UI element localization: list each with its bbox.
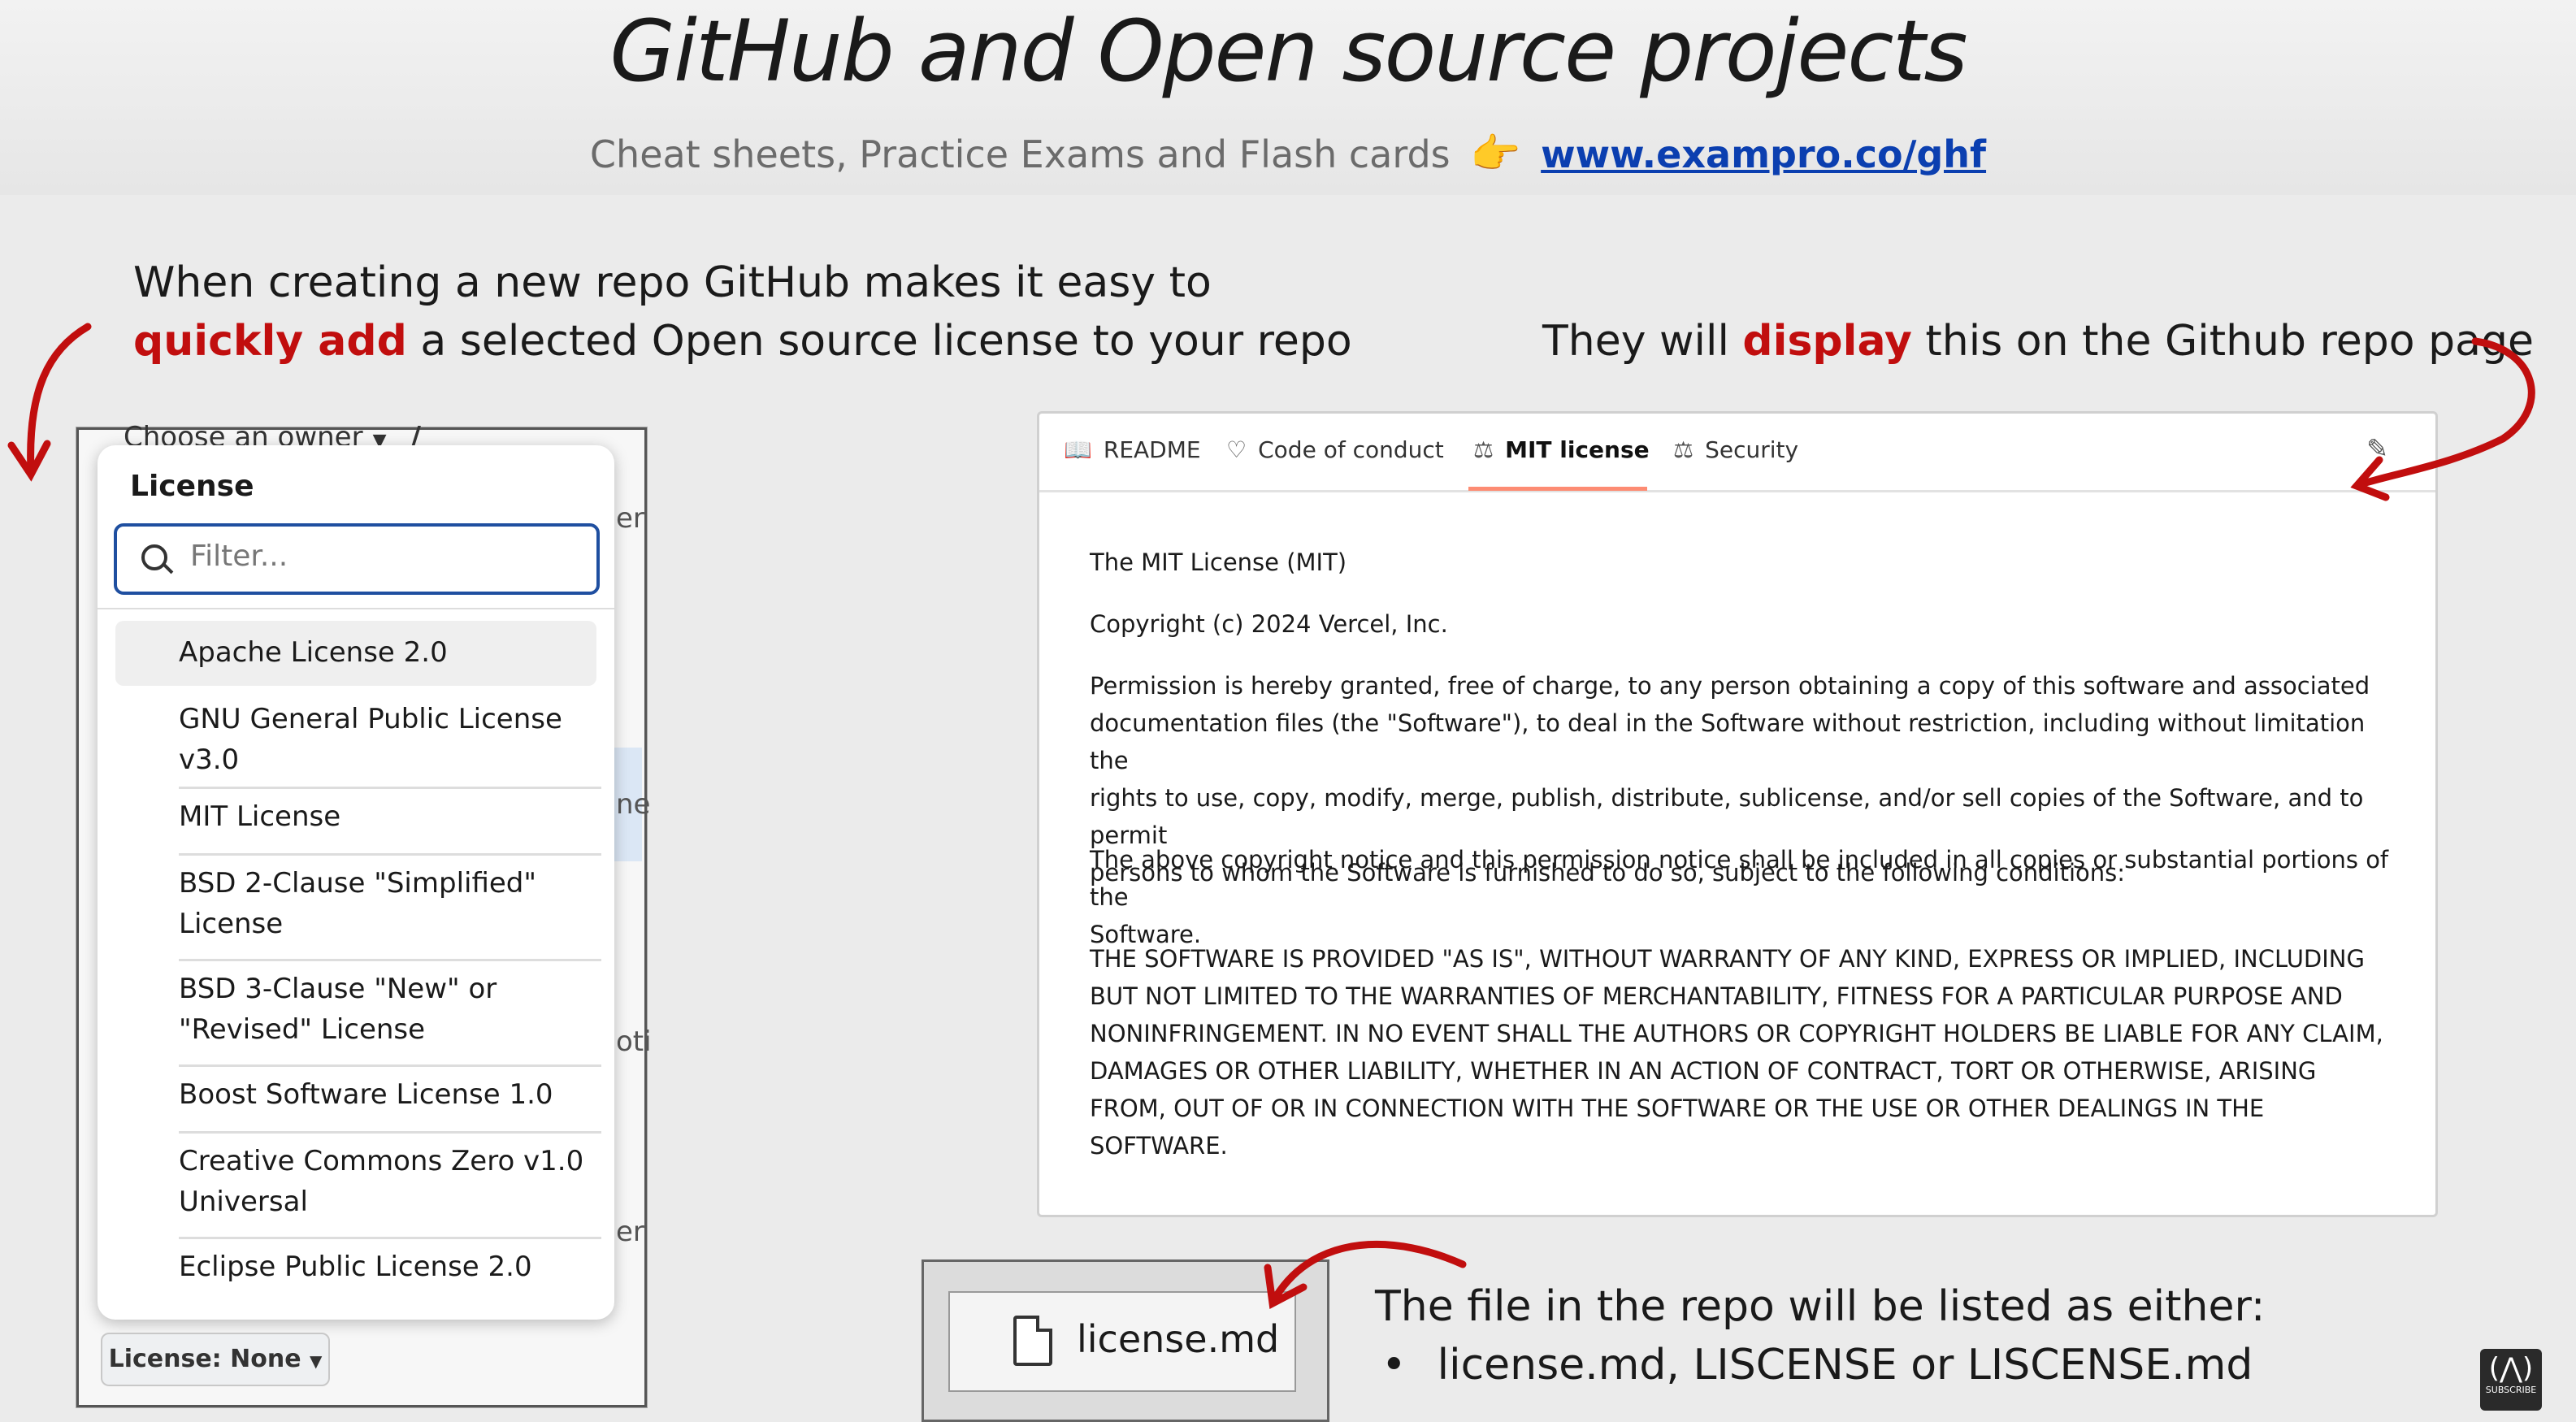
subscribe-label: SUBSCRIBE <box>2485 1385 2537 1395</box>
arrow-right-icon <box>2356 337 2535 488</box>
subscribe-badge[interactable]: (⋀) SUBSCRIBE <box>2480 1349 2542 1411</box>
campfire-logo-icon: (⋀) <box>2488 1352 2534 1385</box>
arrow-left-icon <box>27 323 92 475</box>
annotation-arrows <box>7 323 2535 1309</box>
